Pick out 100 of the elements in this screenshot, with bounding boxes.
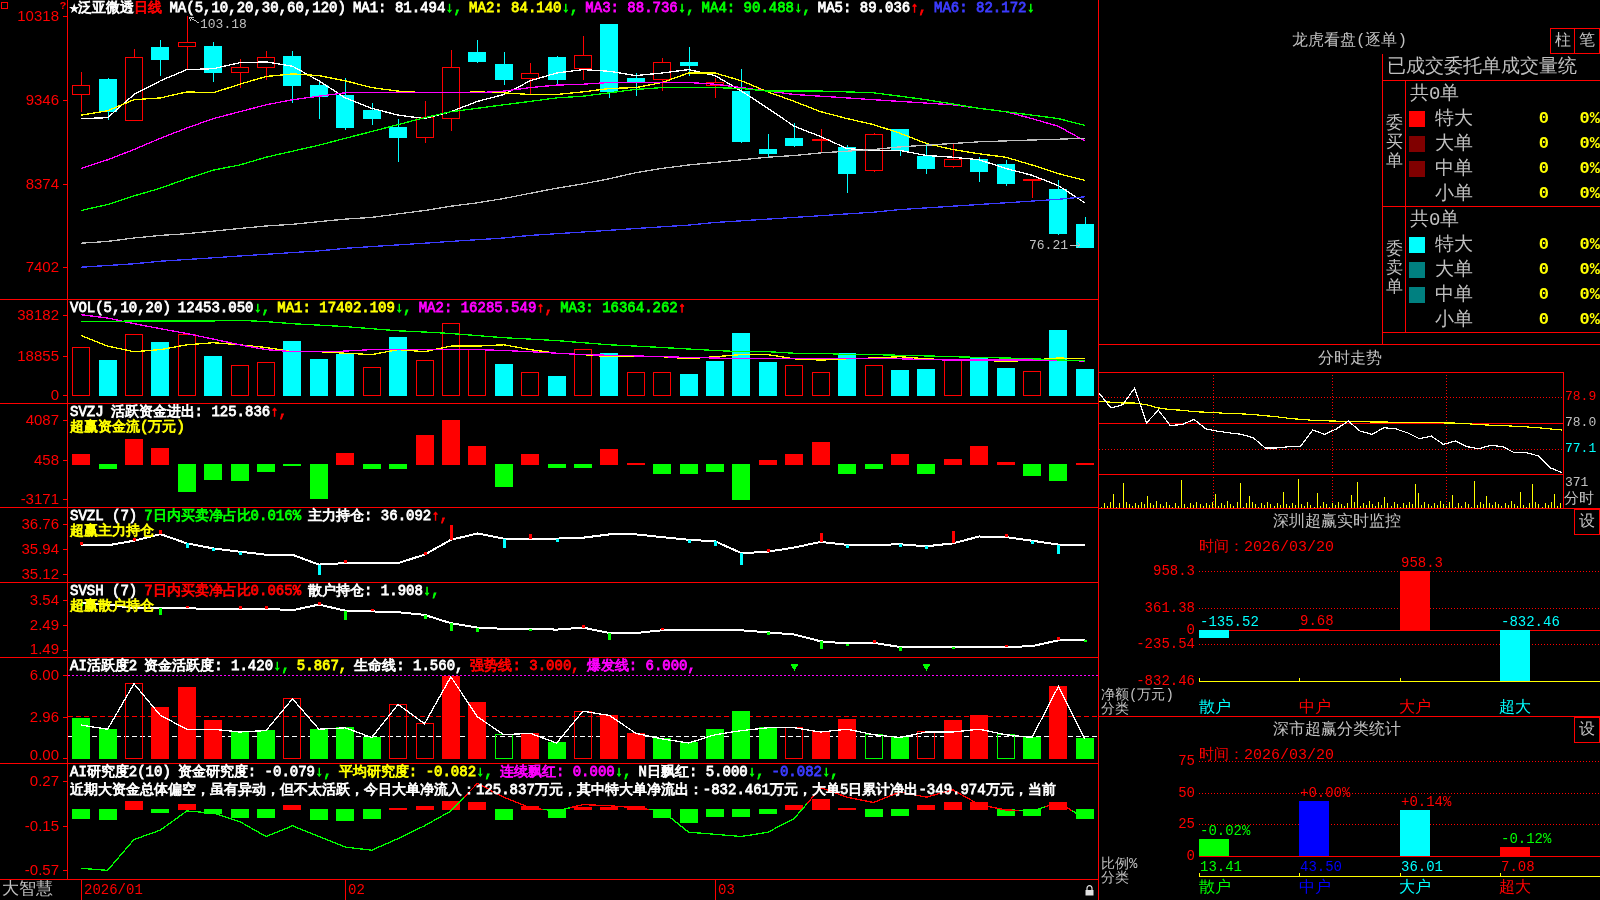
order-size-label: 中单 xyxy=(1435,157,1474,180)
axis-label: 2.49 xyxy=(29,617,59,634)
category-label: 中户 xyxy=(1299,880,1332,896)
value-label: 13.41 xyxy=(1200,858,1242,875)
change-label: +0.00% xyxy=(1300,784,1351,801)
panel-title: 深市超赢分类统计 xyxy=(1272,720,1401,740)
indicator-legend: AI活跃度2 xyxy=(70,659,138,674)
value-label: 36.01 xyxy=(1401,858,1443,875)
category-label: 大户 xyxy=(1399,880,1432,896)
axis-label: 36.76 xyxy=(21,516,59,533)
indicator-legend: 5.867, xyxy=(296,659,348,674)
order-share: 0% xyxy=(1578,259,1600,280)
order-size-label: 特大 xyxy=(1435,233,1474,256)
axis-label: 77.1 xyxy=(1565,441,1597,457)
axis-label: 361.38 xyxy=(1144,600,1195,615)
axis-label: 4087 xyxy=(25,412,59,429)
indicator-legend: SVZL (7) xyxy=(70,509,138,524)
indicator-legend: MA3: 88.736↓, xyxy=(585,1,695,16)
axis-title: 分类 xyxy=(1100,871,1129,885)
indicator-legend: 爆发线: 6.000, xyxy=(586,659,696,674)
panel-title: 深圳超赢实时监控 xyxy=(1272,512,1401,532)
indicator-legend: ★泛亚微透 日线 xyxy=(70,1,163,16)
axis-label: 1.49 xyxy=(29,641,59,657)
order-size-label: 小单 xyxy=(1435,308,1474,331)
axis-label: -832.46 xyxy=(1136,674,1195,688)
indicator-legend: VOL(5,10,20) xyxy=(70,301,171,316)
indicator-legend: MA5: 89.036↑, xyxy=(817,1,928,16)
change-label: -0.12% xyxy=(1501,830,1552,847)
indicator-legend: SVSH (7) xyxy=(70,584,138,599)
price-annotation: 103.18 xyxy=(200,17,247,32)
order-count: 0 xyxy=(1537,133,1549,154)
axis-label: 75 xyxy=(1178,754,1195,768)
axis-label: 10318 xyxy=(17,8,59,25)
indicator-legend: 平均研究度: -0.082↓, xyxy=(338,765,493,780)
category-label: 散户 xyxy=(1199,880,1232,896)
change-label: -0.02% xyxy=(1200,822,1251,839)
value-label: -135.52 xyxy=(1200,613,1259,630)
indicator-legend: 活跃资金进出: 125.836↑, xyxy=(110,405,288,420)
order-count: 0 xyxy=(1537,108,1549,129)
indicator-legend: MA2: 84.140↓, xyxy=(469,1,579,16)
order-size-label: 大单 xyxy=(1435,258,1474,281)
order-share: 0% xyxy=(1578,234,1600,255)
indicator-legend: MA1: 17402.109↓, xyxy=(277,301,412,316)
axis-label: 0.00 xyxy=(29,747,59,763)
order-total: 共0单 xyxy=(1410,82,1460,105)
order-count: 0 xyxy=(1537,284,1549,305)
chart-subtitle: 时间：2026/03/20 xyxy=(1199,539,1334,556)
order-size-label: 特大 xyxy=(1435,107,1474,130)
indicator-legend: SVZJ xyxy=(70,405,104,420)
axis-label: 0 xyxy=(1186,848,1195,863)
axis-label: 371 xyxy=(1564,474,1590,490)
panel-title: 分时走势 xyxy=(1317,348,1382,369)
order-total: 共0单 xyxy=(1410,208,1460,231)
indicator-legend: 散户持仓: 1.908↓, xyxy=(308,584,440,599)
indicator-legend: MA3: 16364.262↑ xyxy=(560,301,687,316)
order-size-label: 中单 xyxy=(1435,283,1474,306)
axis-label: 458 xyxy=(33,451,59,468)
axis-label: 78.9 xyxy=(1565,389,1597,405)
indicator-legend: 资金研究度: -0.079↓, xyxy=(177,765,332,780)
order-share: 0% xyxy=(1578,284,1600,305)
order-share: 0% xyxy=(1578,108,1600,129)
indicator-legend: MA2: 16285.549↑, xyxy=(418,301,554,316)
indicator-legend: MA1: 81.494↓, xyxy=(352,1,463,16)
axis-title: 分类 xyxy=(1100,702,1129,716)
axis-label: 35.94 xyxy=(21,541,59,558)
value-label: -832.46 xyxy=(1501,613,1560,630)
axis-label: 50 xyxy=(1178,785,1195,800)
axis-label: 38182 xyxy=(17,307,59,324)
indicator-legend: 超赢主力持仓 xyxy=(70,524,154,539)
date-label: 03 xyxy=(718,881,735,900)
axis-label: 78.0 xyxy=(1565,414,1597,431)
axis-label: 0 xyxy=(50,387,59,403)
category-label: 超大 xyxy=(1499,880,1532,896)
order-count: 0 xyxy=(1537,158,1549,179)
order-count: 0 xyxy=(1537,234,1549,255)
indicator-legend: 超赢资金流(万元) xyxy=(70,420,185,435)
axis-title: 比例% xyxy=(1100,857,1139,871)
indicator-legend: MA6: 82.172↓ xyxy=(934,1,1035,16)
order-share: 0% xyxy=(1578,183,1600,204)
axis-label: -0.57 xyxy=(24,862,59,879)
axis-label: -235.54 xyxy=(1136,637,1195,652)
date-label: 2026/01 xyxy=(84,881,143,900)
axis-label: 9346 xyxy=(25,92,59,108)
indicator-legend: 连续飘红: 0.000↓, xyxy=(499,765,632,780)
panel-title: 龙虎看盘(逐单) xyxy=(1291,31,1408,51)
indicator-legend: 7日内买卖净占比0.016% xyxy=(144,509,302,524)
price-annotation: 76.21 xyxy=(1029,238,1068,253)
value-label: 43.50 xyxy=(1300,858,1342,875)
axis-label: 35.12 xyxy=(21,565,59,582)
order-size-label: 小单 xyxy=(1435,182,1474,205)
change-label: +0.14% xyxy=(1401,794,1452,811)
axis-label: 18855 xyxy=(17,347,59,364)
indicator-legend: 生命线: 1.560, xyxy=(354,659,464,674)
indicator-legend: 强势线: 3.000, xyxy=(470,659,580,674)
indicator-legend: MA(5,10,20,30,60,120) xyxy=(169,1,346,16)
order-share: 0% xyxy=(1578,309,1600,330)
order-share: 0% xyxy=(1578,158,1600,179)
axis-label: 0.27 xyxy=(29,773,59,790)
order-share: 0% xyxy=(1578,133,1600,154)
indicator-legend: 主力持仓: 36.092↑, xyxy=(308,509,449,524)
